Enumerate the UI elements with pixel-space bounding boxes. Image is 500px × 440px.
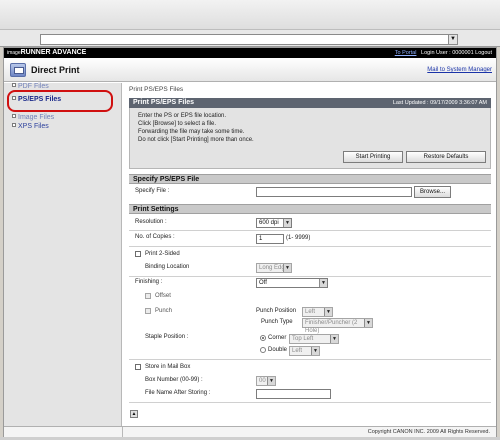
address-bar[interactable]: ▼: [40, 34, 458, 45]
breadcrumb: Print PS/EPS Files: [129, 86, 184, 93]
file-name-after-storing-label: File Name After Storing :: [145, 390, 211, 396]
print-2-sided-label: Print 2-Sided: [145, 251, 180, 257]
footer: Copyright CANON INC. 2009 All Rights Res…: [4, 426, 496, 438]
punch-checkbox[interactable]: [145, 308, 151, 314]
binding-location-select[interactable]: Long Edge ▼: [256, 263, 292, 273]
specify-file-input[interactable]: [256, 187, 412, 197]
chevron-down-icon: ▼: [311, 347, 319, 355]
corner-radio[interactable]: [260, 335, 266, 341]
title-bar: Direct Print Mail to System Manager: [4, 58, 496, 82]
punch-position-label: Punch Position: [256, 308, 297, 314]
instruction-line: Do not click [Start Printing] more than …: [138, 137, 254, 143]
box-number-label: Box Number (00-99) :: [145, 377, 203, 383]
divider: [129, 246, 491, 247]
browser-toolbar: [0, 0, 500, 30]
punch-label: Punch: [155, 308, 173, 314]
bullet-icon: [12, 83, 16, 87]
sidebar: PDF Files PS/EPS Files Image Files XPS F…: [4, 83, 122, 426]
browse-button[interactable]: Browse...: [414, 186, 451, 198]
corner-select[interactable]: Top Left ▼: [289, 334, 339, 344]
punch-type-label: Punch Type: [261, 319, 293, 325]
store-in-mail-box-checkbox[interactable]: [135, 364, 141, 370]
instruction-line: Click [Browse] to select a file.: [138, 121, 217, 127]
sidebar-item-xps-files[interactable]: XPS Files: [12, 123, 49, 130]
offset-label: Offset: [155, 293, 171, 299]
top-links: To Portal Login User : 0000001 Logout: [395, 49, 492, 57]
instruction-line: Forwarding the file may take some time.: [138, 129, 245, 135]
instructions-panel: Enter the PS or EPS file location. Click…: [129, 108, 491, 169]
binding-location-label: Binding Location: [145, 264, 190, 270]
to-portal-link[interactable]: To Portal: [395, 50, 417, 56]
brand-bar: imageRUNNER ADVANCE To Portal Login User…: [4, 48, 496, 58]
divider: [129, 359, 491, 360]
resolution-select[interactable]: 600 dpi ▼: [256, 218, 292, 228]
copies-range: (1- 9999): [286, 235, 311, 241]
copyright: Copyright CANON INC. 2009 All Rights Res…: [367, 429, 490, 435]
login-user-label[interactable]: Login User : 0000001 Logout: [421, 50, 492, 56]
finishing-select[interactable]: Off ▼: [256, 278, 328, 288]
chevron-down-icon: ▼: [364, 319, 372, 327]
punch-position-select[interactable]: Left ▼: [302, 307, 333, 317]
start-printing-button[interactable]: Start Printing: [343, 151, 403, 163]
double-radio[interactable]: [260, 347, 266, 353]
box-number-select[interactable]: 00 ▼: [256, 376, 276, 386]
panel-title: Print PS/EPS Files: [133, 99, 195, 106]
copies-label: No. of Copies :: [135, 234, 175, 240]
corner-label: Corner: [268, 335, 287, 341]
chevron-down-icon: ▼: [324, 308, 332, 316]
specify-file-label: Specify File :: [135, 188, 170, 194]
mail-to-system-manager-link[interactable]: Mail to System Manager: [427, 67, 492, 73]
browser-chrome: ▼: [0, 0, 500, 47]
last-updated: Last Updated : 09/17/2009 3:36:07 AM: [392, 100, 487, 106]
panel-header: Print PS/EPS Files Last Updated : 09/17/…: [129, 98, 491, 108]
copies-input[interactable]: 1: [256, 234, 284, 244]
chevron-down-icon: ▼: [319, 279, 327, 287]
offset-checkbox[interactable]: [145, 293, 151, 299]
app-window: imageRUNNER ADVANCE To Portal Login User…: [3, 47, 497, 438]
restore-defaults-button[interactable]: Restore Defaults: [406, 151, 486, 163]
divider: [129, 402, 491, 403]
chevron-down-icon: ▼: [267, 377, 275, 385]
resolution-label: Resolution :: [135, 219, 167, 225]
sidebar-item-ps-eps-files[interactable]: PS/EPS Files: [12, 96, 110, 108]
double-select[interactable]: Left ▼: [289, 346, 320, 356]
bullet-icon: [12, 123, 16, 127]
arrow-up-icon[interactable]: ▲: [130, 410, 138, 418]
bullet-icon: [12, 114, 16, 118]
punch-type-select[interactable]: Finisher/Puncher (2 Hole) ▼: [302, 318, 373, 334]
file-name-after-storing-input[interactable]: [256, 389, 331, 399]
print-2-sided-checkbox[interactable]: [135, 251, 141, 257]
divider: [129, 230, 491, 231]
chevron-down-icon: ▼: [283, 264, 291, 272]
staple-position-label: Staple Position :: [145, 334, 189, 340]
page-title: Direct Print: [31, 65, 80, 75]
print-settings-section-header: Print Settings: [129, 204, 491, 214]
instruction-line: Enter the PS or EPS file location.: [138, 113, 227, 119]
sidebar-item-image-files[interactable]: Image Files: [12, 114, 54, 121]
specify-file-section-header: Specify PS/EPS File: [129, 174, 491, 184]
finishing-label: Finishing :: [135, 279, 163, 285]
divider: [129, 276, 491, 277]
chevron-down-icon: ▼: [283, 219, 291, 227]
store-in-mail-box-label: Store in Mail Box: [145, 364, 191, 370]
direct-print-icon: [10, 63, 26, 77]
sidebar-item-pdf-files[interactable]: PDF Files: [12, 83, 49, 90]
address-dropdown-icon[interactable]: ▼: [448, 35, 457, 44]
chevron-down-icon: ▼: [330, 335, 338, 343]
double-label: Double: [268, 347, 288, 353]
brand-logo: imageRUNNER ADVANCE: [7, 49, 87, 56]
bullet-icon: [12, 96, 16, 100]
